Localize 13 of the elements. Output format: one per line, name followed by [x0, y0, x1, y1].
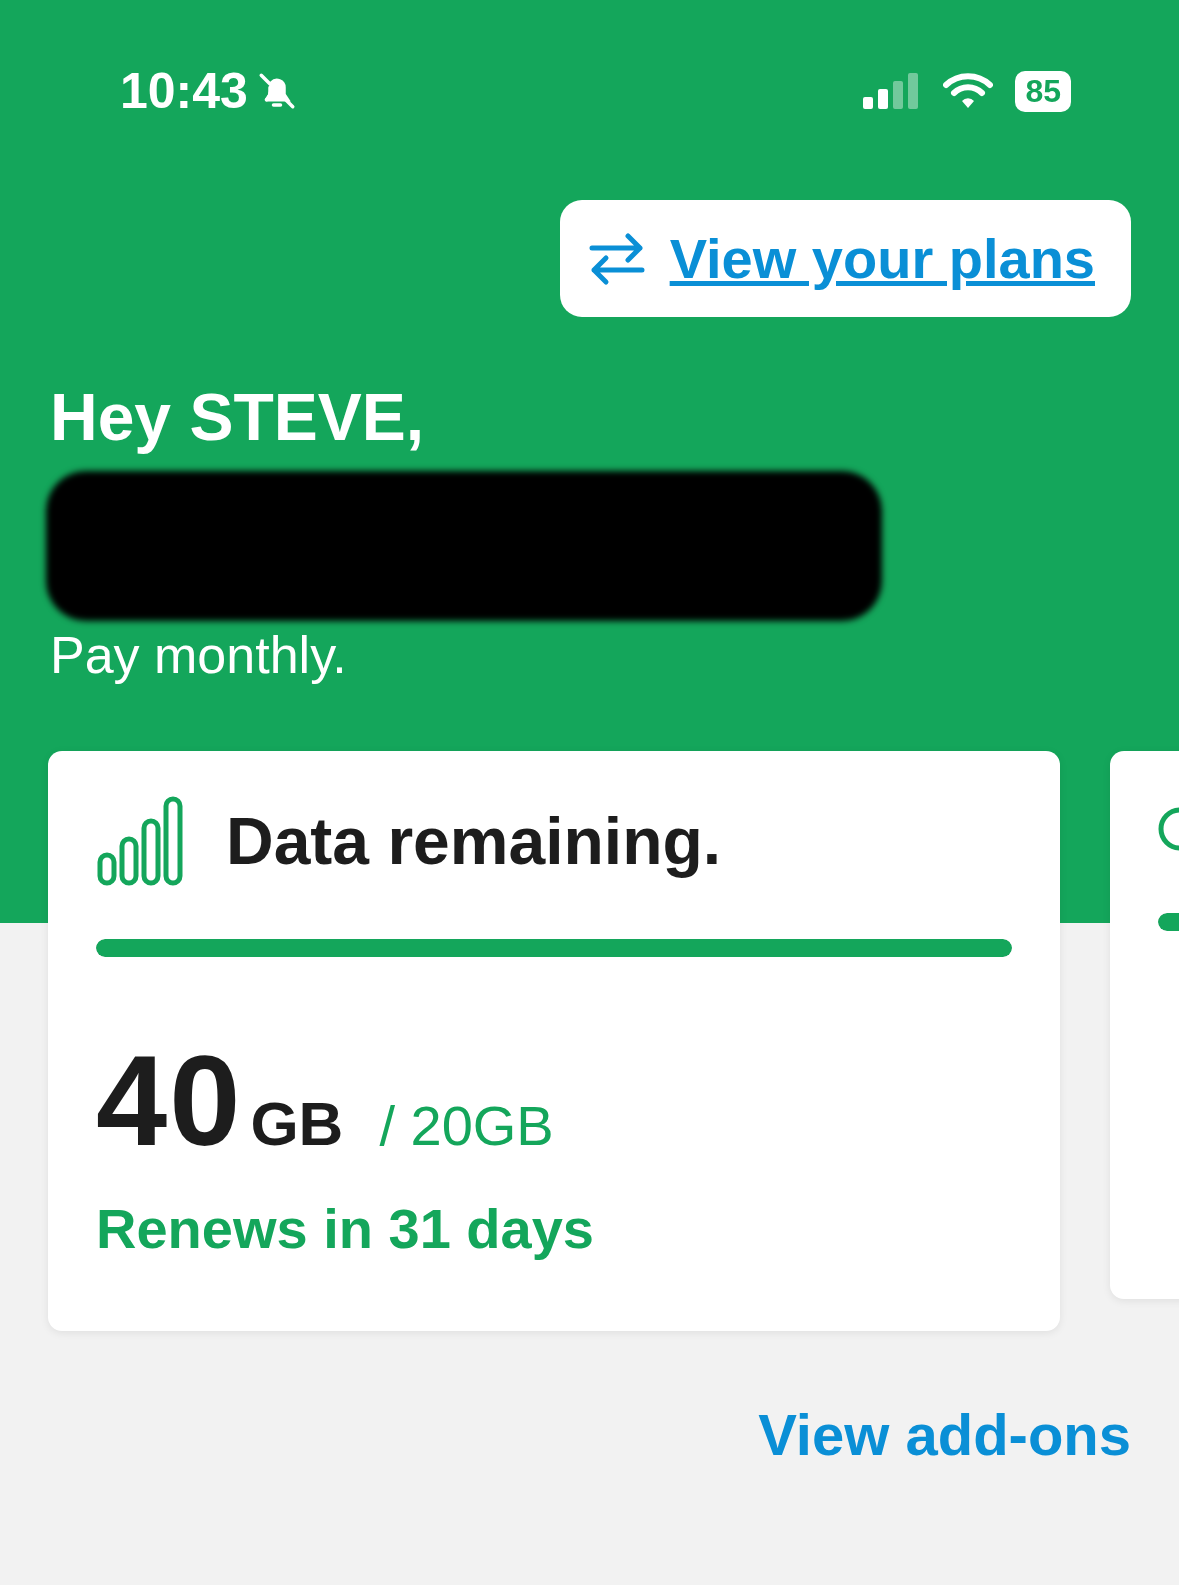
wifi-icon [943, 72, 994, 110]
battery-level: 85 [1015, 70, 1071, 112]
greeting: Hey STEVE, [49, 379, 426, 455]
swap-arrows-icon [587, 231, 646, 286]
card-title: Data remaining. [226, 803, 722, 879]
data-amount: 40 [96, 1028, 243, 1174]
view-plans-link[interactable]: View your plans [559, 200, 1131, 317]
view-addons-link[interactable]: View add-ons [758, 1401, 1131, 1468]
data-allowance: / 20GB [379, 1093, 554, 1158]
plan-type: Pay monthly. [49, 625, 348, 685]
status-time: 10:43 [120, 62, 248, 120]
renewal-text: Renews in 31 days [96, 1196, 595, 1261]
data-unit: GB [250, 1088, 344, 1159]
